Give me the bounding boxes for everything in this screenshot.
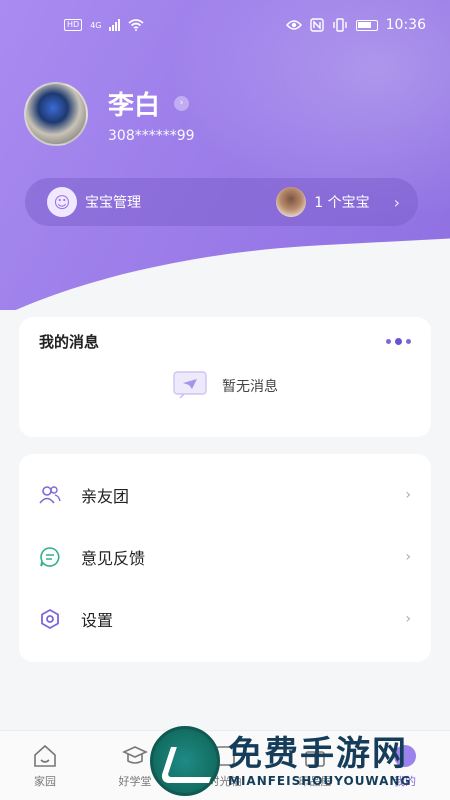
empty-messages-text: 暂无消息: [222, 379, 278, 395]
user-name-row: 李白 ›: [108, 85, 195, 122]
network-label: 4G: [90, 20, 102, 30]
profile-text: 李白 › 308******99: [108, 85, 195, 144]
messages-header: 我的消息: [19, 317, 431, 352]
watermark-text: 免费手游网 MIANFEISHOUYOUWANG: [228, 734, 411, 788]
baby-count: 1 个宝宝: [314, 195, 370, 211]
vibrate-icon: [332, 18, 347, 32]
eye-icon: [285, 20, 302, 30]
menu-card: 亲友团 › 意见反馈 › 设置 ›: [19, 454, 431, 662]
family-group-icon: [39, 484, 61, 506]
menu-label: 意见反馈: [81, 549, 146, 568]
menu-item-feedback[interactable]: 意见反馈 ›: [19, 526, 431, 588]
empty-messages: 暂无消息: [19, 370, 431, 402]
menu-label: 设置: [81, 611, 114, 630]
watermark-title: 免费手游网: [228, 734, 408, 774]
avatar[interactable]: [24, 82, 88, 146]
user-name: 李白: [108, 90, 161, 121]
battery-icon: [355, 19, 378, 31]
status-left: HD 4G: [64, 19, 145, 31]
header-curve: [0, 221, 450, 310]
menu-item-family-group[interactable]: 亲友团 ›: [19, 464, 431, 526]
nav-item-home[interactable]: 家园: [5, 743, 85, 789]
nav-label: 好学堂: [118, 774, 152, 788]
baby-management-label: 宝宝管理: [85, 195, 141, 211]
wifi-icon: [128, 19, 145, 31]
chevron-right-icon[interactable]: ›: [174, 95, 190, 111]
status-bar: HD 4G 10:36: [0, 0, 450, 50]
messages-title: 我的消息: [39, 333, 100, 351]
home-icon: [34, 744, 56, 767]
watermark: 免费手游网 MIANFEISHOUYOUWANG: [150, 722, 450, 800]
baby-management-bar[interactable]: ☺ 宝宝管理 1 个宝宝 ›: [25, 178, 418, 226]
feedback-icon: [39, 546, 61, 568]
chevron-right-icon: ›: [393, 192, 400, 212]
chevron-right-icon: ›: [405, 487, 411, 503]
nav-label: 家园: [34, 774, 56, 788]
hd-badge: HD: [64, 19, 83, 31]
clock: 10:36: [385, 17, 426, 33]
signal-icon: [109, 19, 121, 31]
status-right: 10:36: [285, 17, 426, 33]
more-icon[interactable]: [386, 338, 411, 345]
empty-message-icon: [173, 371, 207, 399]
nfc-icon: [309, 18, 324, 32]
baby-avatar: [276, 187, 307, 217]
menu-item-settings[interactable]: 设置 ›: [19, 588, 431, 650]
menu-label: 亲友团: [81, 487, 130, 506]
watermark-subtitle: MIANFEISHOUYOUWANG: [228, 774, 412, 788]
user-phone: 308******99: [108, 127, 195, 144]
graduation-cap-icon: [122, 745, 148, 764]
messages-card: 我的消息 暂无消息: [19, 317, 431, 437]
watermark-logo: [150, 726, 220, 796]
profile-summary[interactable]: 李白 › 308******99: [24, 82, 195, 146]
chevron-right-icon: ›: [405, 549, 411, 565]
settings-icon: [39, 608, 61, 630]
baby-face-icon: ☺: [47, 187, 77, 217]
chevron-right-icon: ›: [405, 611, 411, 627]
